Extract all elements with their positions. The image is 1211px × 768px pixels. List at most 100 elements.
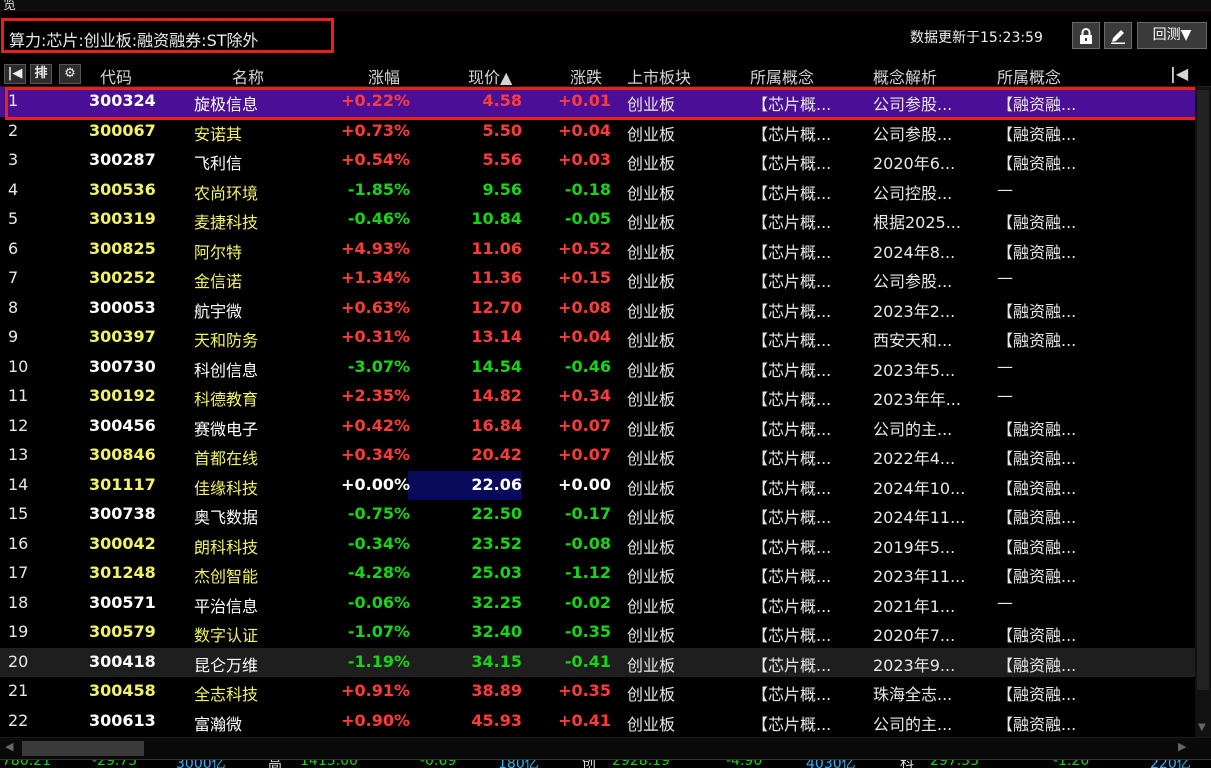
dropdown-arrow-icon: ▼ — [1180, 27, 1192, 43]
stock-code: 300192 — [89, 386, 156, 405]
concept-tag-2: 【融资融... — [997, 331, 1077, 350]
table-row[interactable]: 7 300252 金信诺 +1.34% 11.36 +0.15 创业板 【芯片概... 公司参股… — [0, 264, 1195, 294]
current-price: 23.52 — [471, 533, 522, 553]
table-row[interactable]: 20 300418 昆仑万维 -1.19% 34.15 -0.41 创业板 【芯片概... 20… — [0, 647, 1195, 677]
table-row[interactable]: 14 301117 佳缘科技 +0.00% 22.06 +0.00 创业板 【芯片概... 20… — [0, 470, 1195, 501]
stock-name: 旋极信息 — [194, 95, 259, 114]
status-value: 2928.19 — [612, 759, 670, 768]
current-price: 13.14 — [471, 327, 522, 346]
concept-tag-2: 【融资融... — [997, 301, 1077, 321]
price-change: -0.46 — [564, 356, 611, 376]
row-index: 4 — [8, 179, 19, 199]
status-value: 220亿 — [1150, 759, 1191, 768]
table-row[interactable]: 18 300571 平治信息 -0.06% 32.25 -0.02 创业板 【芯片概... 20… — [0, 589, 1195, 619]
row-index: 13 — [8, 445, 29, 464]
status-value: 180亿 — [498, 759, 539, 768]
change-percent: +0.73% — [341, 120, 410, 140]
change-percent: +1.34% — [341, 268, 410, 287]
col-header-concept1[interactable]: 所属概念 — [750, 64, 814, 88]
table-row[interactable]: 5 300319 麦捷科技 -0.46% 10.84 -0.05 创业板 【芯片概... 根据2… — [0, 205, 1195, 235]
table-row[interactable]: 19 300579 数字认证 -1.07% 32.40 -0.35 创业板 【芯片概... 20… — [0, 618, 1195, 648]
concept-analysis: 2023年11... — [873, 567, 966, 586]
scroll-left-icon[interactable]: ◀ — [5, 740, 13, 753]
table-row[interactable]: 6 300825 阿尔特 +4.93% 11.06 +0.52 创业板 【芯片概... 2024… — [0, 235, 1195, 265]
table-row[interactable]: 8 300053 航宇微 +0.63% 12.70 +0.08 创业板 【芯片概... 2023… — [0, 294, 1195, 324]
concept-tag: 【芯片概... — [752, 449, 832, 468]
change-percent: -1.19% — [347, 651, 410, 671]
stock-code: 300053 — [89, 297, 156, 317]
row-index: 3 — [8, 150, 19, 169]
row-index: 15 — [8, 504, 29, 523]
price-change: -0.41 — [564, 651, 611, 671]
price-change: +0.52 — [558, 238, 611, 258]
concept-analysis: 2023年年... — [873, 390, 961, 409]
table-row[interactable]: 16 300042 朗科科技 -0.34% 23.52 -0.08 创业板 【芯片概... 20… — [0, 530, 1195, 560]
concept-tag-2: 【融资融... — [997, 537, 1077, 557]
listing-board: 创业板 — [627, 655, 676, 675]
horizontal-scroll-thumb[interactable] — [22, 741, 144, 756]
stock-name: 赛微电子 — [194, 419, 259, 439]
concept-analysis: 2023年2... — [873, 301, 956, 321]
jump-last-icon[interactable]: |◀ — [1170, 64, 1188, 83]
col-header-concept2[interactable]: 所属概念 — [997, 64, 1061, 88]
stock-code: 300846 — [89, 445, 156, 464]
stock-name: 航宇微 — [194, 301, 243, 321]
concept-tag: 【芯片概... — [752, 714, 832, 734]
stock-name: 富瀚微 — [194, 714, 243, 734]
col-header-analysis[interactable]: 概念解析 — [873, 64, 937, 88]
table-row[interactable]: 11 300192 科德教育 +2.35% 14.82 +0.34 创业板 【芯片概... 20… — [0, 382, 1195, 412]
change-percent: -1.85% — [347, 179, 410, 199]
table-row[interactable]: 17 301248 杰创智能 -4.28% 25.03 -1.12 创业板 【芯片概... 20… — [0, 559, 1195, 589]
stock-name: 阿尔特 — [194, 242, 243, 262]
price-change: +0.04 — [558, 120, 611, 140]
current-price: 25.03 — [471, 563, 522, 582]
col-header-code[interactable]: 代码 — [100, 64, 132, 88]
col-header-board[interactable]: 上市板块 — [627, 64, 691, 88]
table-row[interactable]: 10 300730 科创信息 -3.07% 14.54 -0.46 创业板 【芯片概... 20… — [0, 353, 1195, 383]
edit-button[interactable] — [1104, 22, 1132, 49]
condition-box[interactable]: 算力:芯片:创业板:融资融券:ST除外 — [1, 18, 334, 53]
row-index: 22 — [8, 710, 29, 730]
col-header-pct[interactable]: 涨幅 — [368, 64, 400, 88]
concept-tag: 【芯片概... — [752, 183, 832, 203]
table-row[interactable]: 4 300536 农尚环境 -1.85% 9.56 -0.18 创业板 【芯片概... 公司控股… — [0, 176, 1195, 206]
listing-board: 创业板 — [627, 95, 676, 114]
status-value: -0.69 — [420, 759, 457, 768]
horizontal-scrollbar[interactable]: ◀ ▶ — [0, 737, 1211, 759]
scroll-down-icon[interactable]: ▼ — [1198, 722, 1206, 733]
stock-name: 佳缘科技 — [194, 478, 259, 498]
current-price: 10.84 — [471, 209, 522, 228]
backtest-button[interactable]: 回测▼ — [1137, 22, 1207, 49]
price-change: -0.17 — [564, 504, 611, 523]
table-row[interactable]: 1 300324 旋极信息 +0.22% 4.58 +0.01 创业板 【芯片概... 公司参股… — [0, 87, 1195, 117]
table-row[interactable]: 9 300397 天和防务 +0.31% 13.14 +0.04 创业板 【芯片概... 西安天… — [0, 323, 1195, 353]
col-header-change[interactable]: 涨跌 — [570, 64, 602, 88]
gear-icon[interactable]: ⚙ — [59, 64, 81, 84]
col-header-name[interactable]: 名称 — [232, 64, 264, 88]
table-row[interactable]: 15 300738 奥飞数据 -0.75% 22.50 -0.17 创业板 【芯片概... 20… — [0, 500, 1195, 530]
scroll-right-icon[interactable]: ▶ — [1178, 740, 1186, 753]
stock-code: 301248 — [89, 563, 156, 582]
table-row[interactable]: 2 300067 安诺其 +0.73% 5.50 +0.04 创业板 【芯片概... 公司参股.… — [0, 117, 1195, 147]
change-percent: +0.22% — [341, 91, 410, 110]
sort-icon[interactable]: 排 — [30, 64, 52, 84]
jump-first-icon[interactable]: |◀ — [4, 64, 26, 84]
concept-tag: 【芯片概... — [752, 537, 832, 557]
stock-code: 300613 — [89, 710, 156, 730]
table-row[interactable]: 22 300613 富瀚微 +0.90% 45.93 +0.41 创业板 【芯片概... 公司的… — [0, 707, 1195, 737]
table-row[interactable]: 21 300458 全志科技 +0.91% 38.89 +0.35 创业板 【芯片概... 珠海… — [0, 677, 1195, 707]
lock-button[interactable] — [1072, 22, 1100, 49]
concept-tag: 【芯片概... — [752, 655, 832, 675]
listing-board: 创业板 — [627, 154, 676, 173]
vertical-scroll-thumb[interactable] — [1197, 90, 1209, 690]
concept-analysis: 2024年8... — [873, 242, 956, 262]
table-row[interactable]: 3 300287 飞利信 +0.54% 5.56 +0.03 创业板 【芯片概... 2020年… — [0, 146, 1195, 176]
change-percent: +0.54% — [341, 150, 410, 169]
current-price: 11.06 — [471, 238, 522, 258]
table-row[interactable]: 12 300456 赛微电子 +0.42% 16.84 +0.07 创业板 【芯片概... 公司… — [0, 412, 1195, 442]
listing-board: 创业板 — [627, 242, 676, 262]
vertical-scrollbar[interactable]: ▼ — [1195, 87, 1211, 737]
col-header-price[interactable]: 现价▲ — [468, 64, 512, 88]
table-row[interactable]: 13 300846 首都在线 +0.34% 20.42 +0.07 创业板 【芯片概... 20… — [0, 441, 1195, 471]
concept-analysis: 2019年5... — [873, 537, 956, 557]
